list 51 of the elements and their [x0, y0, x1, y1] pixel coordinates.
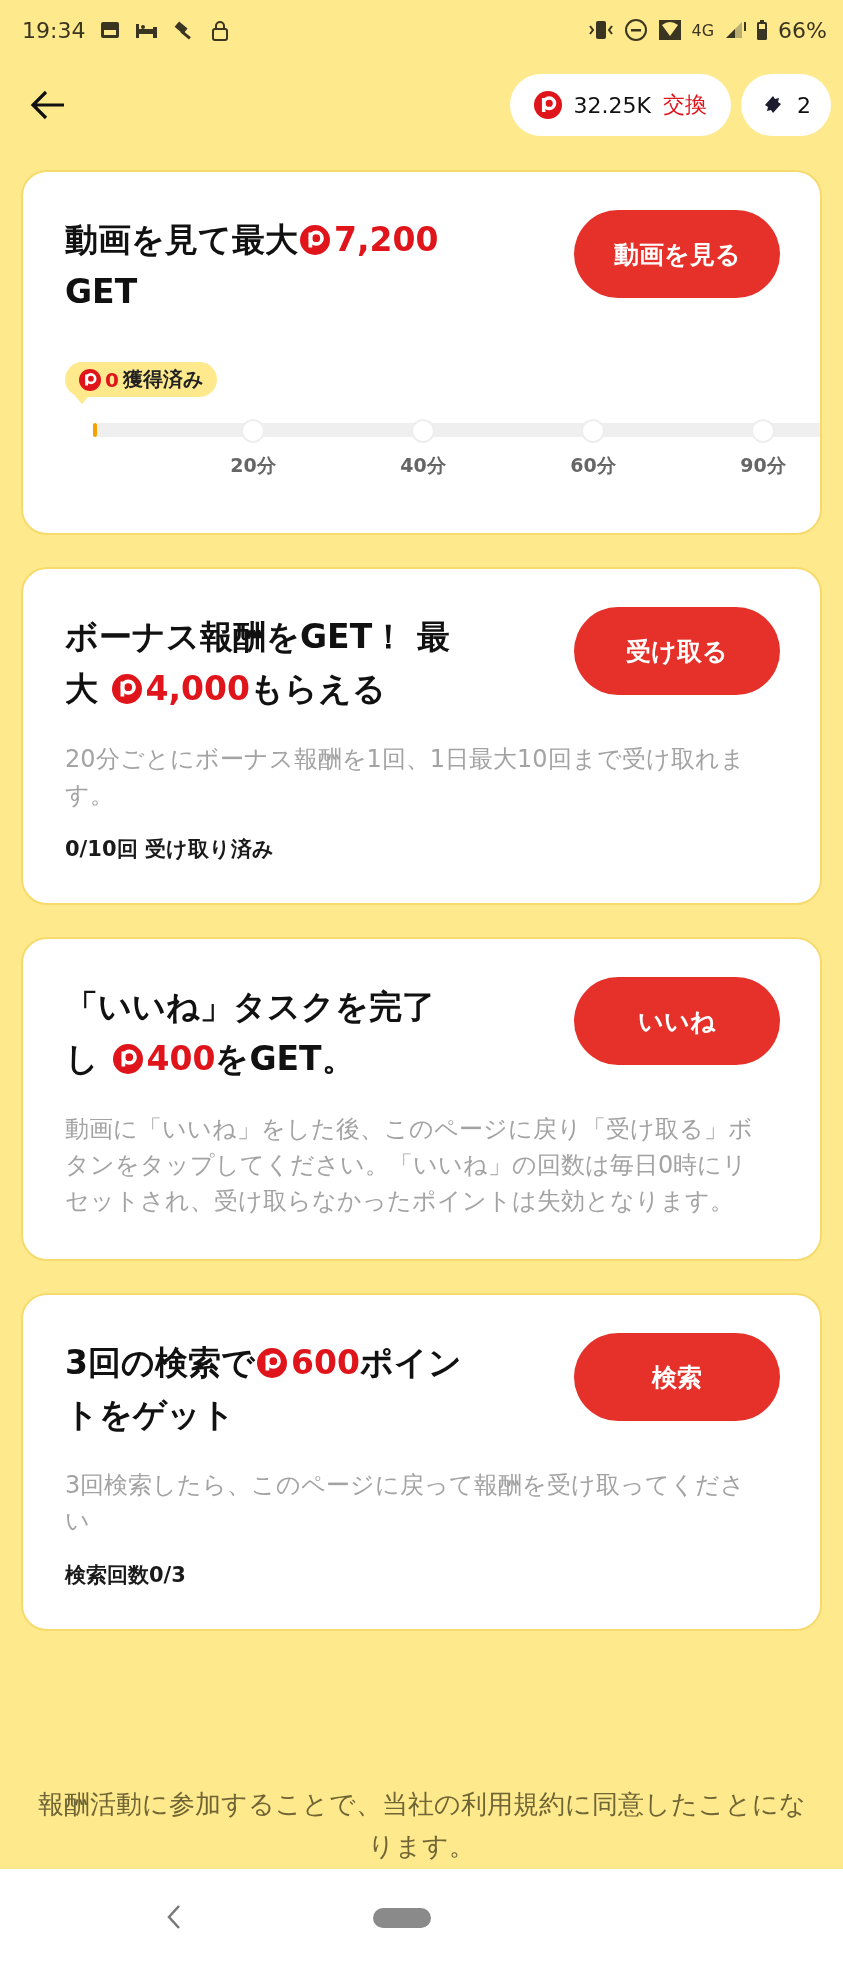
action-button[interactable]: 受け取る	[574, 607, 780, 695]
card-title: し	[65, 1038, 100, 1080]
milestone-label: 60分	[570, 453, 616, 478]
action-button[interactable]: 動画を見る	[574, 210, 780, 298]
home-button[interactable]	[373, 1908, 431, 1928]
tickets-button[interactable]: 2	[741, 74, 831, 136]
task-description: 動画に「いいね」をした後、このページに戻り「受け取る」ボタンをタップしてください。「いいね」の回数は毎日0時にリセットされ、受け取らなかったポイントは失効となります。	[65, 1114, 754, 1217]
milestone-label: 40分	[400, 453, 446, 478]
do-not-disturb-icon	[623, 18, 648, 42]
points-amount: 400	[146, 1038, 216, 1080]
action-button[interactable]: いいね	[574, 977, 780, 1065]
vibrate-icon	[587, 18, 614, 42]
card-title: 3回の検索で	[65, 1342, 255, 1384]
ticket-count: 2	[797, 92, 811, 118]
card-title: をGET。	[215, 1038, 355, 1080]
terms-notice: 報酬活動に参加することで、当社の利用規約に同意したことになります。	[36, 1788, 807, 1863]
card-title: 動画を見て最大	[65, 219, 298, 261]
card-title: ポイン	[359, 1342, 462, 1384]
card-title: 「いいね」タスクを完了	[65, 986, 435, 1028]
card-title: 大	[65, 668, 99, 710]
points-icon	[112, 1044, 143, 1074]
points-icon	[300, 225, 330, 255]
points-amount: 600	[290, 1342, 360, 1384]
points-amount: 7,200	[334, 219, 439, 261]
task-status: 0/10回 受け取り済み	[65, 836, 275, 863]
image-icon	[99, 19, 122, 41]
points-amount: 4,000	[145, 668, 250, 710]
points-icon	[533, 91, 562, 119]
card-title: もらえる	[249, 668, 386, 710]
action-button[interactable]: 検索	[574, 1333, 780, 1421]
clock-time: 19:34	[22, 17, 86, 43]
battery-percent: 66%	[778, 17, 827, 43]
card-title: GET	[65, 271, 138, 313]
points-balance-button[interactable]: 32.25K 交換	[509, 74, 731, 136]
points-balance: 32.25K	[573, 92, 651, 118]
battery-icon	[756, 18, 769, 42]
network-type: 4G	[691, 20, 715, 40]
milestone-label: 90分	[740, 453, 786, 478]
points-icon	[79, 368, 101, 391]
milestone-label: 20分	[230, 453, 276, 478]
card-title: ボーナス報酬をGET！ 最	[65, 616, 450, 658]
earned-label: 獲得済み	[122, 366, 203, 393]
points-icon	[256, 1348, 287, 1378]
exchange-link[interactable]: 交換	[663, 90, 707, 120]
card-title: トをゲット	[65, 1394, 235, 1436]
earned-amount: 0	[105, 367, 119, 392]
task-description: 3回検索したら、このページに戻って報酬を受け取ってください	[65, 1470, 747, 1537]
task-status: 検索回数0/3	[65, 1562, 187, 1589]
task-description: 20分ごとにボーナス報酬を1回、1日最大10回まで受け取れます。	[65, 744, 746, 811]
wifi-icon	[657, 18, 682, 42]
points-icon	[111, 674, 142, 704]
